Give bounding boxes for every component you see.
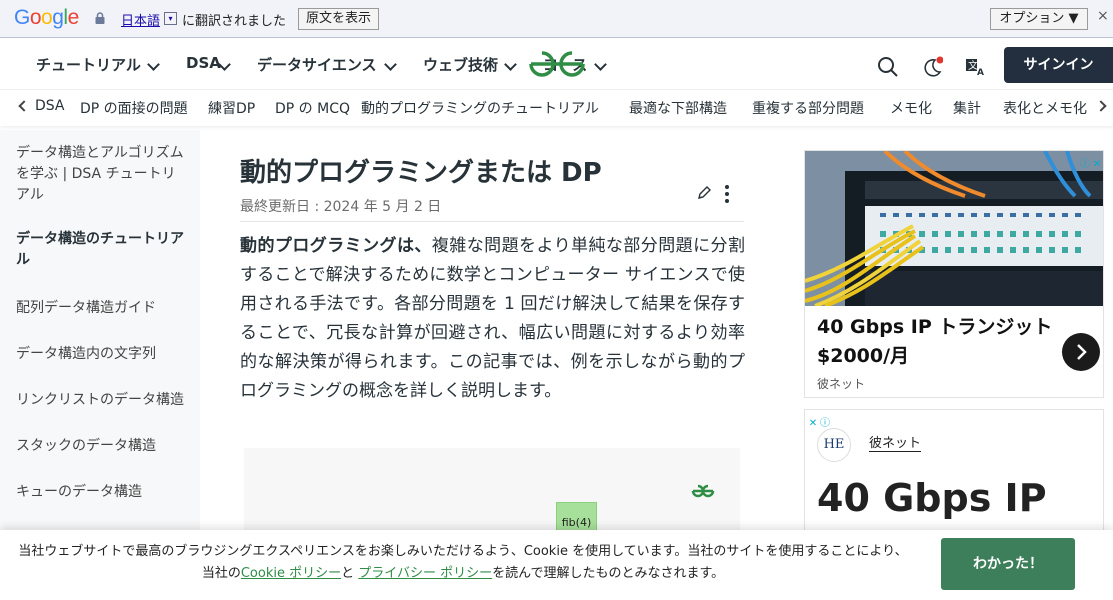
show-original-button[interactable]: 原文を表示 [298, 8, 380, 30]
intro-text: 複雑な問題をより単純な部分問題に分割することで解決するために数学とコンピューター… [240, 236, 745, 401]
gfg-watermark-icon [691, 484, 715, 498]
recursion-node: fib(4) [556, 502, 597, 532]
chevron-right-icon [1077, 344, 1087, 360]
topic-link[interactable]: 表化とメモ化 [1003, 98, 1091, 118]
ad-card[interactable]: ⓘ ✕ 40 Gbps IP トランジット $2000/月 彼ネット [804, 150, 1104, 398]
topic-link[interactable]: 重複する部分問題 [752, 98, 864, 118]
ad-headline[interactable]: 40 Gbps IP [817, 476, 1047, 520]
topic-link[interactable]: 練習DP [208, 98, 255, 118]
cookie-text-part: と [341, 566, 355, 581]
translated-message: に翻訳されました [182, 14, 287, 29]
cookie-text-part: を読んで理解したものとみなされます。 [492, 566, 725, 581]
accept-cookies-button[interactable]: わかった！ [941, 538, 1075, 590]
ad-image [805, 151, 1103, 306]
topic-strip: DSA DP の面接の問題 練習DP DP の MCQ 動的プログラミングのチュ… [0, 90, 1113, 126]
translate-icon[interactable]: 文A [964, 56, 986, 78]
sidebar-item[interactable]: スタックのデータ構造 [16, 436, 188, 457]
ad-go-button[interactable] [1062, 333, 1100, 371]
close-icon[interactable]: ✕ [807, 418, 819, 430]
target-language-link[interactable]: 日本語 [121, 10, 160, 29]
sidebar-item[interactable]: 配列データ構造ガイド [16, 298, 188, 319]
chevron-down-icon [594, 58, 607, 71]
search-icon[interactable] [877, 56, 899, 78]
topic-link[interactable]: 動的プログラミングのチュートリアル [361, 98, 599, 118]
sidebar-item[interactable]: キューのデータ構造 [16, 482, 188, 503]
sidebar-item[interactable]: リンクリストのデータ構造 [16, 390, 188, 411]
close-translate-bar-button[interactable]: × [1097, 8, 1111, 28]
ad-choices[interactable]: ✕ ⓘ [807, 411, 831, 429]
ad-source[interactable]: 彼ネット [869, 432, 922, 452]
ad-source: 彼ネット [817, 377, 866, 391]
sidebar-item-active[interactable]: データ構造のチュートリアル [16, 229, 188, 271]
options-button[interactable]: オプション ▼ [990, 8, 1088, 30]
sidebar-item[interactable]: データ構造内の文字列 [16, 344, 188, 365]
topic-link[interactable]: 最適な下部構造 [629, 98, 727, 118]
cookie-banner: 当社ウェブサイトで最高のブラウジングエクスペリエンスをお楽しみいただけるよう、C… [0, 530, 1113, 600]
sidebar-item[interactable]: データ構造とアルゴリズムを学ぶ | DSA チュートリアル [16, 143, 188, 206]
chevron-down-icon [504, 58, 517, 71]
chevron-down-icon [147, 58, 160, 71]
cookie-text: 当社ウェブサイトで最高のブラウジングエクスペリエンスをお楽しみいただけるよう、C… [18, 541, 908, 585]
topic-link[interactable]: DP の面接の問題 [80, 98, 188, 118]
lock-icon [95, 12, 105, 24]
advertiser-logo: HE [817, 428, 851, 462]
topic-link[interactable]: DSA [35, 98, 65, 114]
dark-mode-icon[interactable] [921, 56, 943, 78]
article-figure [244, 448, 740, 538]
google-logo: Google [14, 6, 79, 29]
language-dropdown-icon[interactable]: ▾ [164, 12, 177, 25]
ad-card[interactable]: ✕ ⓘ HE 彼ネット 40 Gbps IP [804, 409, 1104, 539]
ad-headline[interactable]: 40 Gbps IP トランジット $2000/月 [817, 313, 1062, 371]
ad-info-icon[interactable]: ⓘ [1079, 159, 1091, 171]
page-title: 動的プログラミングまたは DP [240, 158, 602, 188]
topic-link[interactable]: メモ化 [890, 98, 932, 118]
nav-web-tech[interactable]: ウェブ技術 [423, 54, 498, 75]
ad-choices[interactable]: ⓘ ✕ [1079, 152, 1103, 170]
divider [240, 221, 744, 222]
topic-link[interactable]: DP の MCQ [275, 98, 350, 118]
svg-text:A: A [977, 68, 984, 78]
translate-bar: Google 日本語 ▾ に翻訳されました 原文を表示 オプション ▼ × [0, 0, 1113, 38]
nav-dsa[interactable]: DSA [186, 54, 221, 72]
privacy-policy-link[interactable]: プライバシー ポリシー [358, 566, 492, 581]
chevron-right-icon[interactable] [1095, 100, 1107, 112]
edit-icon[interactable] [696, 185, 712, 201]
nav-data-science[interactable]: データサイエンス [257, 54, 377, 75]
article-intro: 動的プログラミングは、複雑な問題をより単純な部分問題に分割することで解決するため… [240, 232, 745, 406]
lead-term: 動的プログラミングは、 [240, 236, 432, 256]
cookie-policy-link[interactable]: Cookie ポリシー [241, 566, 341, 581]
more-options-icon[interactable] [722, 184, 732, 204]
gfg-logo-icon[interactable] [527, 48, 587, 80]
chevron-down-icon [384, 58, 397, 71]
sidebar: データ構造とアルゴリズムを学ぶ | DSA チュートリアル データ構造のチュート… [0, 130, 200, 530]
close-icon[interactable]: ✕ [1091, 159, 1103, 171]
signin-button[interactable]: サインイン [1004, 47, 1113, 83]
topic-link[interactable]: 集計 [953, 98, 981, 118]
last-updated: 最終更新日 : 2024 年 5 月 2 日 [240, 199, 442, 215]
chevron-left-icon[interactable] [18, 100, 30, 112]
nav-tutorials[interactable]: チュートリアル [36, 54, 141, 75]
